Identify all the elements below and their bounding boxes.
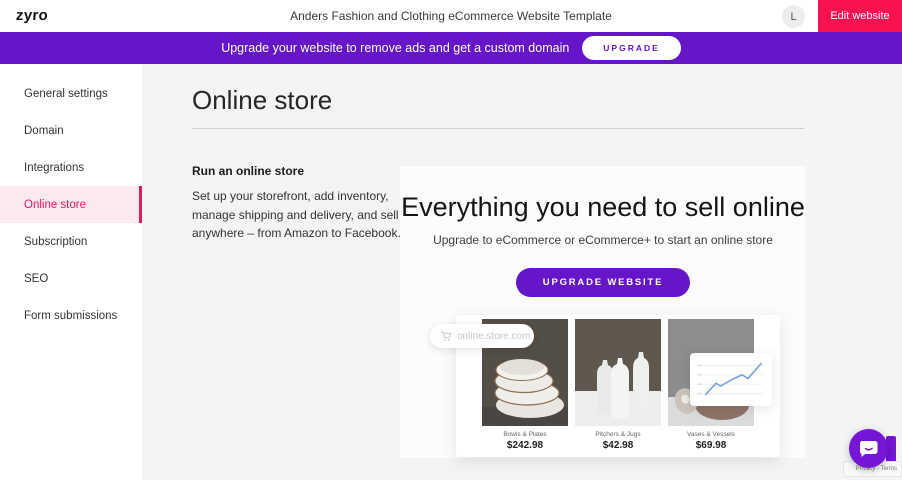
upgrade-banner-button[interactable]: UPGRADE <box>582 36 681 60</box>
intro-title: Run an online store <box>192 164 407 178</box>
title-divider <box>192 128 804 129</box>
product-image-pitchers <box>575 319 661 426</box>
upgrade-banner: Upgrade your website to remove ads and g… <box>0 32 902 64</box>
product-price: $242.98 <box>482 440 568 451</box>
product-name: Bowls & Plates <box>482 431 568 438</box>
upgrade-website-button[interactable]: UPGRADE WEBSITE <box>516 268 690 297</box>
sidebar-item-integrations[interactable]: Integrations <box>0 149 142 186</box>
upgrade-banner-text: Upgrade your website to remove ads and g… <box>221 41 569 55</box>
product-card: Pitchers & Jugs $42.98 <box>575 319 661 457</box>
sales-line-chart <box>693 356 769 403</box>
product-price: $42.98 <box>575 440 661 451</box>
sidebar-item-domain[interactable]: Domain <box>0 112 142 149</box>
sidebar-item-subscription[interactable]: Subscription <box>0 223 142 260</box>
sidebar-item-form-submissions[interactable]: Form submissions <box>0 297 142 334</box>
chat-button[interactable] <box>849 429 888 468</box>
store-url-text: online.store.com <box>457 331 530 342</box>
page-title: Online store <box>192 85 332 116</box>
account-avatar[interactable]: L <box>782 5 805 28</box>
settings-sidebar: General settings Domain Integrations Onl… <box>0 64 142 480</box>
main-content: Online store Run an online store Set up … <box>142 64 902 480</box>
product-name: Vases & Vessels <box>668 431 754 438</box>
chat-bubble-icon <box>858 438 879 459</box>
cart-icon <box>440 330 452 342</box>
sales-chart-card <box>690 353 772 406</box>
upsell-card: Everything you need to sell online Upgra… <box>400 166 806 458</box>
site-template-title: Anders Fashion and Clothing eCommerce We… <box>0 9 902 23</box>
intro-description: Set up your storefront, add inventory, m… <box>192 187 407 243</box>
sidebar-item-online-store[interactable]: Online store <box>0 186 142 223</box>
intro-section: Run an online store Set up your storefro… <box>192 164 407 243</box>
sidebar-item-seo[interactable]: SEO <box>0 260 142 297</box>
upsell-subheading: Upgrade to eCommerce or eCommerce+ to st… <box>400 233 806 247</box>
product-price: $69.98 <box>668 440 754 451</box>
app-window: zyro Anders Fashion and Clothing eCommer… <box>0 0 902 480</box>
sidebar-item-general-settings[interactable]: General settings <box>0 75 142 112</box>
top-bar: zyro Anders Fashion and Clothing eCommer… <box>0 0 902 32</box>
edit-website-button[interactable]: Edit website <box>818 0 902 32</box>
product-name: Pitchers & Jugs <box>575 431 661 438</box>
store-url-pill: online.store.com <box>430 324 534 348</box>
upsell-heading: Everything you need to sell online <box>400 192 806 223</box>
